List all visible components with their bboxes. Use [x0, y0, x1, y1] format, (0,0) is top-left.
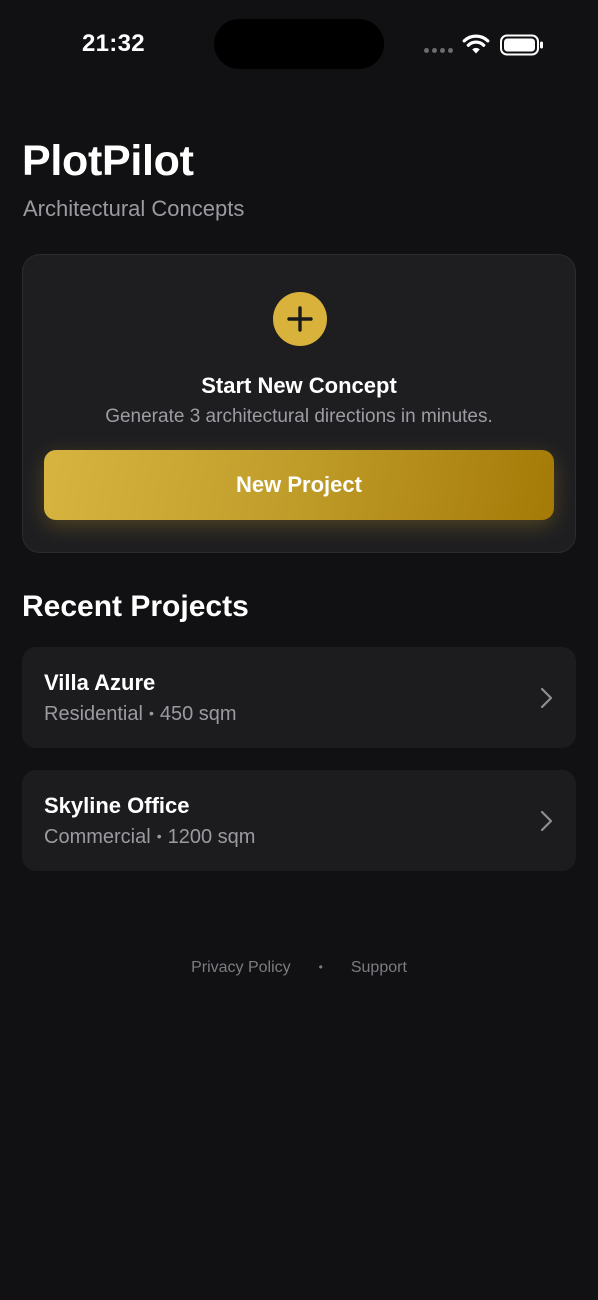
support-link[interactable]: Support	[351, 957, 407, 979]
status-time: 21:32	[82, 30, 145, 57]
project-card-villa-azure[interactable]: Villa Azure Residential • 450 sqm	[22, 647, 576, 748]
status-bar: 21:32	[0, 0, 598, 90]
new-project-button[interactable]: New Project	[44, 450, 554, 520]
project-name: Villa Azure	[44, 670, 156, 695]
project-type: Residential	[44, 703, 143, 725]
project-name: Skyline Office	[44, 793, 190, 818]
meta-separator: •	[148, 705, 154, 721]
add-concept-icon[interactable]	[273, 292, 327, 346]
chevron-right-icon	[540, 810, 553, 832]
project-meta: Commercial • 1200 sqm	[44, 824, 255, 851]
footer-separator: •	[318, 960, 323, 974]
project-meta: Residential • 450 sqm	[44, 701, 237, 728]
wifi-icon	[462, 34, 490, 54]
concept-description: Generate 3 architectural directions in m…	[105, 406, 493, 427]
project-type: Commercial	[44, 826, 151, 848]
plus-icon	[287, 306, 313, 332]
meta-separator: •	[156, 828, 162, 844]
privacy-policy-link[interactable]: Privacy Policy	[191, 957, 291, 979]
new-concept-card: Start New Concept Generate 3 architectur…	[22, 254, 576, 553]
cellular-signal-icon	[424, 48, 453, 53]
project-card-skyline-office[interactable]: Skyline Office Commercial • 1200 sqm	[22, 770, 576, 871]
chevron-right-icon	[540, 687, 553, 709]
dynamic-island	[214, 19, 384, 69]
app-subtitle: Architectural Concepts	[23, 196, 245, 221]
project-area: 450 sqm	[159, 703, 237, 725]
concept-heading: Start New Concept	[201, 373, 397, 398]
footer-links: Privacy Policy • Support	[0, 957, 598, 979]
project-area: 1200 sqm	[167, 826, 256, 848]
app-title: PlotPilot	[22, 137, 194, 185]
recent-projects-title: Recent Projects	[22, 590, 249, 623]
battery-icon	[500, 34, 543, 56]
